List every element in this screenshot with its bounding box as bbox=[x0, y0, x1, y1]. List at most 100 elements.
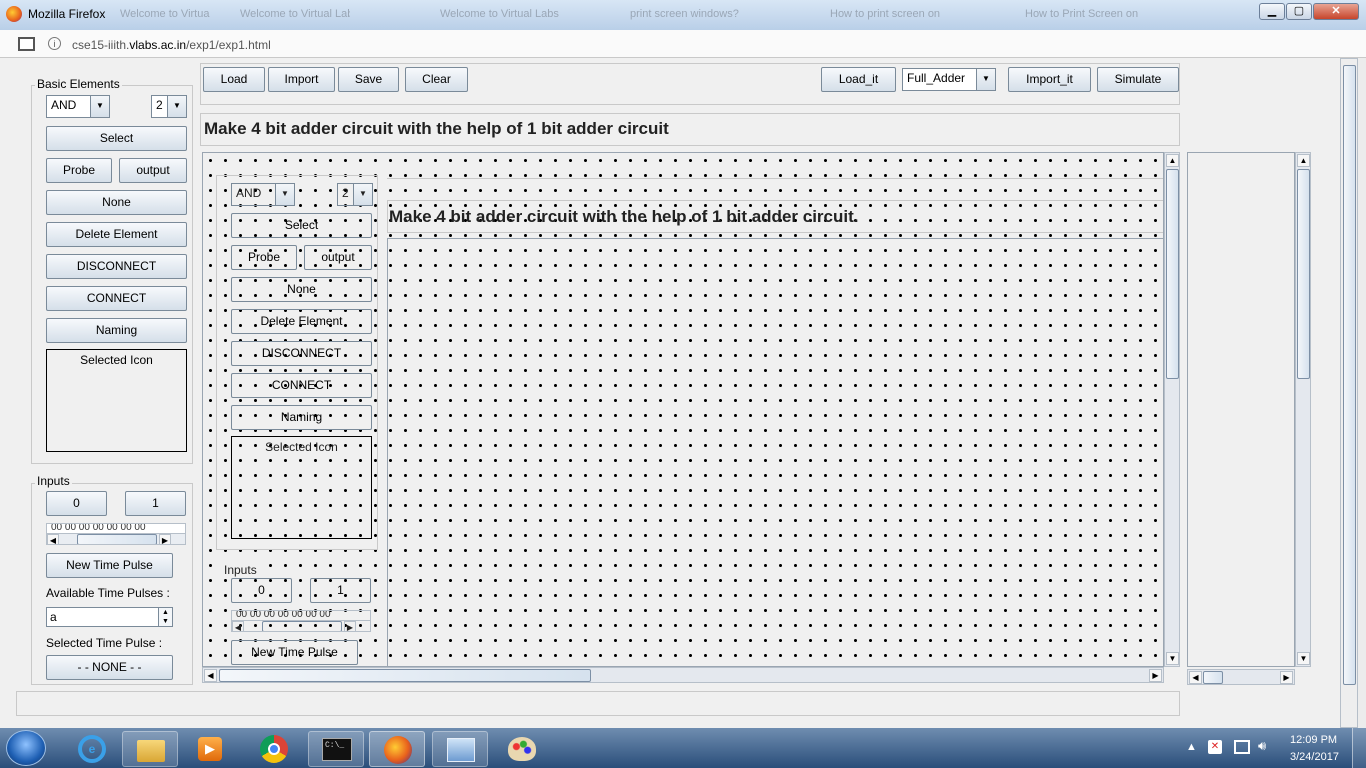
ghost-tab[interactable]: How to Print Screen on bbox=[1025, 8, 1145, 24]
scroll-right-icon[interactable]: ▶ bbox=[159, 534, 171, 544]
ghost-new-time-pulse-button[interactable]: New Time Pulse bbox=[231, 640, 358, 665]
ghost-connect-button[interactable]: CONNECT bbox=[231, 373, 372, 398]
clock-date[interactable]: 3/24/2017 bbox=[1290, 751, 1339, 763]
side-vscrollbar[interactable]: ▲ ▼ bbox=[1295, 152, 1311, 667]
circuit-canvas[interactable]: Make 4 bit adder circuit with the help o… bbox=[202, 152, 1164, 667]
ghost-zero-button[interactable]: 0 bbox=[231, 578, 292, 603]
ghost-one-button[interactable]: 1 bbox=[310, 578, 371, 603]
connect-button[interactable]: CONNECT bbox=[46, 286, 187, 311]
ghost-select-button[interactable]: Select bbox=[231, 213, 372, 238]
chrome-icon[interactable] bbox=[246, 731, 302, 767]
output-button[interactable]: output bbox=[119, 158, 187, 183]
clock-time[interactable]: 12:09 PM bbox=[1290, 734, 1337, 746]
none-button[interactable]: None bbox=[46, 190, 187, 215]
delete-element-button[interactable]: Delete Element bbox=[46, 222, 187, 247]
vscroll-thumb[interactable] bbox=[1166, 169, 1179, 379]
control-panel-icon[interactable] bbox=[432, 731, 488, 767]
show-desktop-button[interactable] bbox=[1352, 728, 1366, 768]
scroll-down-icon[interactable]: ▼ bbox=[1297, 652, 1310, 665]
close-button[interactable]: ✕ bbox=[1313, 3, 1359, 20]
page-vscroll-thumb[interactable] bbox=[1343, 65, 1356, 685]
selected-time-pulse-label: Selected Time Pulse : bbox=[46, 636, 163, 650]
waveform-scrollbar[interactable]: ◀ ▶ bbox=[47, 533, 185, 544]
hscroll-thumb[interactable] bbox=[219, 669, 591, 682]
import-it-button[interactable]: Import_it bbox=[1008, 67, 1091, 92]
firefox-icon[interactable] bbox=[369, 731, 425, 767]
basic-elements-label: Basic Elements bbox=[35, 77, 122, 91]
media-player-icon[interactable]: ▶ bbox=[182, 731, 238, 767]
save-button[interactable]: Save bbox=[338, 67, 399, 92]
inputs-label: Inputs bbox=[35, 474, 72, 488]
ghost-tab[interactable]: Welcome to Virtual Labs bbox=[440, 8, 560, 24]
load-button[interactable]: Load bbox=[203, 67, 265, 92]
selected-time-pulse-button[interactable]: - - NONE - - bbox=[46, 655, 173, 680]
time-pulse-spinner[interactable]: a ▲ ▼ bbox=[46, 607, 173, 627]
ghost-probe-button[interactable]: Probe bbox=[231, 245, 297, 270]
ie-icon[interactable]: e bbox=[64, 731, 120, 767]
ghost-tab[interactable]: How to print screen on bbox=[830, 8, 950, 24]
new-time-pulse-button[interactable]: New Time Pulse bbox=[46, 553, 173, 578]
scroll-down-icon[interactable]: ▼ bbox=[1166, 652, 1179, 665]
ghost-tab[interactable]: Welcome to Virtual Lab bbox=[120, 8, 210, 24]
vscroll-thumb[interactable] bbox=[1297, 169, 1310, 379]
load-it-button[interactable]: Load_it bbox=[821, 67, 896, 92]
scroll-right-icon[interactable]: ▶ bbox=[1280, 671, 1293, 684]
scroll-left-icon[interactable]: ◀ bbox=[1189, 671, 1202, 684]
circuit-select[interactable]: Full_Adder ▼ bbox=[902, 68, 996, 91]
input-one-button[interactable]: 1 bbox=[125, 491, 186, 516]
explorer-icon[interactable] bbox=[122, 731, 178, 767]
url-text[interactable]: cse15-iiith.vlabs.ac.in/exp1/exp1.html bbox=[72, 38, 271, 52]
scroll-left-icon[interactable]: ◀ bbox=[204, 669, 217, 682]
ghost-disconnect-button[interactable]: DISCONNECT bbox=[231, 341, 372, 366]
page-icon bbox=[18, 37, 35, 51]
scroll-right-icon[interactable]: ▶ bbox=[1149, 669, 1162, 682]
simulate-button[interactable]: Simulate bbox=[1097, 67, 1179, 92]
canvas-vscrollbar[interactable]: ▲ ▼ bbox=[1164, 152, 1180, 667]
scroll-left-icon[interactable]: ◀ bbox=[232, 621, 244, 631]
probe-button[interactable]: Probe bbox=[46, 158, 112, 183]
volume-icon[interactable]: 🔊︎ bbox=[1258, 738, 1266, 754]
scroll-left-icon[interactable]: ◀ bbox=[47, 534, 59, 544]
input-count-select[interactable]: 2 ▼ bbox=[151, 95, 187, 118]
side-hscrollbar[interactable]: ◀ ▶ bbox=[1187, 669, 1295, 685]
clear-button[interactable]: Clear bbox=[405, 67, 468, 92]
hscroll-thumb[interactable] bbox=[1203, 671, 1223, 684]
action-center-icon[interactable]: ✕ bbox=[1208, 740, 1222, 754]
naming-button[interactable]: Naming bbox=[46, 318, 187, 343]
canvas-hscrollbar[interactable]: ◀ ▶ bbox=[202, 667, 1164, 683]
info-icon[interactable]: i bbox=[48, 37, 61, 50]
scroll-right-icon[interactable]: ▶ bbox=[344, 621, 356, 631]
scroll-up-icon[interactable]: ▲ bbox=[1297, 154, 1310, 167]
scroll-thumb[interactable] bbox=[262, 621, 342, 631]
ghost-naming-button[interactable]: Naming bbox=[231, 405, 372, 430]
ghost-tab[interactable]: print screen windows? bbox=[630, 8, 750, 24]
ghost-waveform-panel: 00 00 00 00 00 00 00 ◀ ▶ bbox=[231, 610, 371, 632]
page-vscrollbar[interactable] bbox=[1340, 58, 1358, 728]
maximize-button[interactable]: ▢ bbox=[1286, 3, 1312, 20]
canvas-ghost-copy: Make 4 bit adder circuit with the help o… bbox=[203, 153, 1163, 666]
start-button-icon[interactable] bbox=[6, 730, 46, 766]
network-icon[interactable] bbox=[1234, 740, 1250, 754]
disconnect-button[interactable]: DISCONNECT bbox=[46, 254, 187, 279]
ghost-output-button[interactable]: output bbox=[304, 245, 372, 270]
chevron-down-icon: ▼ bbox=[976, 69, 995, 90]
ghost-waveform-scrollbar[interactable]: ◀ ▶ bbox=[232, 620, 370, 631]
gate-select[interactable]: AND ▼ bbox=[46, 95, 110, 118]
paint-icon[interactable] bbox=[494, 731, 550, 767]
url-bar[interactable]: i cse15-iiith.vlabs.ac.in/exp1/exp1.html bbox=[0, 30, 1366, 58]
ghost-count-select[interactable]: 2 ▼ bbox=[337, 183, 373, 206]
minimize-button[interactable]: ▁ bbox=[1259, 3, 1285, 20]
ghost-delete-element-button[interactable]: Delete Element bbox=[231, 309, 372, 334]
waveform-text: 00 00 00 00 00 00 00 bbox=[51, 523, 146, 533]
spinner-arrows-icon[interactable]: ▲ ▼ bbox=[158, 608, 172, 626]
import-button[interactable]: Import bbox=[268, 67, 335, 92]
ghost-gate-select[interactable]: AND ▼ bbox=[231, 183, 295, 206]
tray-expand-icon[interactable]: ▲ bbox=[1186, 741, 1197, 753]
scroll-thumb[interactable] bbox=[77, 534, 157, 544]
ghost-none-button[interactable]: None bbox=[231, 277, 372, 302]
select-button[interactable]: Select bbox=[46, 126, 187, 151]
cmd-icon[interactable]: C:\_ bbox=[308, 731, 364, 767]
scroll-up-icon[interactable]: ▲ bbox=[1166, 154, 1179, 167]
input-zero-button[interactable]: 0 bbox=[46, 491, 107, 516]
ghost-tab[interactable]: Welcome to Virtual Lab bbox=[240, 8, 350, 24]
